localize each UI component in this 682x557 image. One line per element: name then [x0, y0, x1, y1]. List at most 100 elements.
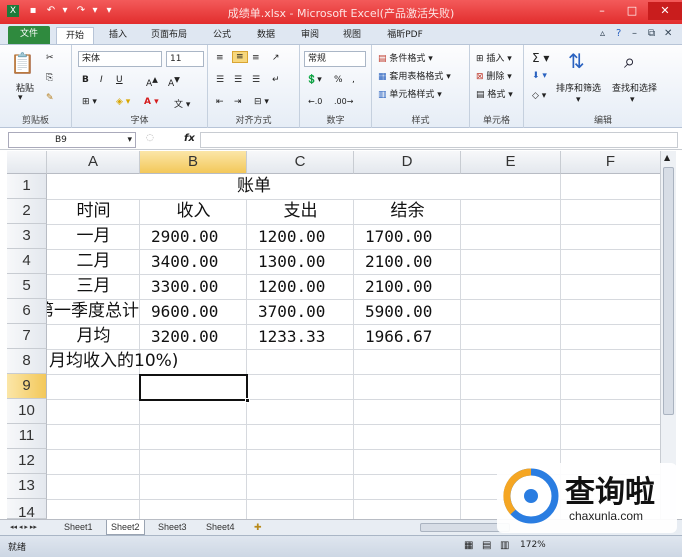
row-header-1[interactable]: 1 — [7, 174, 47, 199]
row-header-10[interactable]: 10 — [7, 399, 47, 424]
row-header-11[interactable]: 11 — [7, 424, 47, 449]
selected-cell-b9[interactable] — [139, 374, 250, 403]
sort-filter-button[interactable]: 排序和筛选 — [556, 81, 601, 94]
cell-b5[interactable]: 3300.00 — [140, 274, 247, 299]
find-select-button[interactable]: 查找和选择 — [612, 81, 657, 94]
tab-file[interactable]: 文件 — [8, 26, 50, 44]
scroll-up-icon[interactable]: ▲ — [664, 153, 670, 162]
select-all-corner[interactable] — [7, 151, 47, 174]
cell-b4[interactable]: 3400.00 — [140, 249, 247, 274]
underline-icon[interactable]: U — [116, 75, 123, 85]
sheet-tab-4[interactable]: Sheet4 — [202, 520, 239, 535]
tab-page-layout[interactable]: 页面布局 — [142, 27, 196, 44]
ribbon-minimize-icon[interactable]: ▵ — [600, 28, 605, 39]
sheet-tab-1[interactable]: Sheet1 — [60, 520, 97, 535]
paste-dropdown-icon[interactable]: ▾ — [18, 93, 23, 103]
decrease-decimal-icon[interactable]: .00→ — [334, 97, 353, 106]
row-header-8[interactable]: 8 — [7, 349, 47, 374]
maximize-icon[interactable]: □ — [618, 2, 646, 20]
cell-d5[interactable]: 2100.00 — [354, 274, 461, 299]
cell-b7[interactable]: 3200.00 — [140, 324, 247, 349]
cell-styles-button[interactable]: ▥ 单元格样式 ▾ — [378, 87, 442, 100]
cut-icon[interactable]: ✂ — [46, 53, 54, 63]
cell-a8[interactable]: 月均收入的10%) — [47, 349, 247, 374]
delete-cells-button[interactable]: ⊠ 删除 ▾ — [476, 69, 512, 82]
cell-a4[interactable]: 二月 — [47, 249, 140, 274]
cell-c2[interactable]: 支出 — [247, 199, 354, 224]
merge-center-icon[interactable]: ⊟ ▾ — [254, 97, 269, 107]
row-header-14[interactable]: 14 — [7, 499, 47, 519]
cell-c4[interactable]: 1300.00 — [247, 249, 354, 274]
tab-insert[interactable]: 插入 — [100, 27, 136, 44]
font-name-select[interactable]: 宋体 — [78, 51, 162, 67]
row-header-7[interactable]: 7 — [7, 324, 47, 349]
new-sheet-icon[interactable]: ✚ — [250, 520, 266, 535]
insert-cells-button[interactable]: ⊞ 插入 ▾ — [476, 51, 512, 64]
normal-view-icon[interactable]: ▦ — [464, 540, 473, 551]
vertical-scroll-thumb[interactable] — [663, 167, 674, 415]
format-cells-button[interactable]: ▤ 格式 ▾ — [476, 87, 513, 100]
format-painter-icon[interactable]: ✎ — [46, 93, 54, 103]
format-as-table-button[interactable]: ▦ 套用表格格式 ▾ — [378, 69, 451, 82]
insert-function-icon[interactable]: fx — [184, 133, 195, 144]
page-break-view-icon[interactable]: ▥ — [500, 540, 509, 551]
close-icon[interactable]: ✕ — [648, 2, 682, 20]
cell-d7[interactable]: 1966.67 — [354, 324, 461, 349]
autosum-icon[interactable]: Σ ▾ — [532, 51, 549, 65]
column-header-a[interactable]: A — [47, 151, 140, 174]
conditional-format-button[interactable]: ▤ 条件格式 ▾ — [378, 51, 433, 64]
increase-decimal-icon[interactable]: ←.0 — [308, 97, 322, 106]
align-right-icon[interactable]: ☰ — [252, 75, 260, 85]
phonetic-icon[interactable]: 文 ▾ — [174, 97, 190, 110]
column-header-c[interactable]: C — [247, 151, 354, 174]
doc-minimize-icon[interactable]: – — [632, 28, 637, 39]
orientation-icon[interactable]: ↗ — [272, 53, 280, 63]
doc-restore-icon[interactable]: ⧉ — [648, 28, 655, 39]
tab-formulas[interactable]: 公式 — [204, 27, 240, 44]
formula-input[interactable] — [200, 132, 678, 148]
align-middle-icon[interactable]: ≡ — [232, 51, 248, 63]
decrease-indent-icon[interactable]: ⇤ — [216, 97, 224, 107]
cell-a3[interactable]: 一月 — [47, 224, 140, 249]
cell-d2[interactable]: 结余 — [354, 199, 461, 224]
italic-icon[interactable]: I — [100, 75, 103, 85]
page-layout-view-icon[interactable]: ▤ — [482, 540, 491, 551]
sheet-tab-3[interactable]: Sheet3 — [154, 520, 191, 535]
align-center-icon[interactable]: ☰ — [234, 75, 242, 85]
bold-icon[interactable]: B — [82, 75, 89, 85]
tab-data[interactable]: 数据 — [248, 27, 284, 44]
minimize-icon[interactable]: – — [588, 2, 616, 20]
sort-filter-icon[interactable]: ⇅ — [568, 49, 585, 73]
column-header-f[interactable]: F — [561, 151, 661, 174]
sort-filter-dropdown-icon[interactable]: ▾ — [576, 95, 581, 105]
wrap-text-icon[interactable]: ↵ — [272, 75, 280, 85]
increase-indent-icon[interactable]: ⇥ — [234, 97, 242, 107]
tab-home[interactable]: 开始 — [56, 27, 94, 44]
column-header-e[interactable]: E — [461, 151, 561, 174]
row-header-4[interactable]: 4 — [7, 249, 47, 274]
paste-icon[interactable]: 📋 — [10, 51, 35, 75]
comma-icon[interactable]: , — [352, 75, 355, 85]
doc-close-icon[interactable]: ✕ — [664, 28, 672, 39]
cell-d3[interactable]: 1700.00 — [354, 224, 461, 249]
row-header-13[interactable]: 13 — [7, 474, 47, 499]
fill-color-icon[interactable]: ◈ ▾ — [116, 97, 130, 107]
row-header-9[interactable]: 9 — [7, 374, 47, 399]
column-header-b[interactable]: B — [140, 151, 247, 174]
cell-d4[interactable]: 2100.00 — [354, 249, 461, 274]
font-grow-icon[interactable]: A▲ — [146, 75, 158, 89]
tab-review[interactable]: 审阅 — [292, 27, 328, 44]
name-box[interactable]: B9 ▾ — [8, 132, 136, 148]
cell-d6[interactable]: 5900.00 — [354, 299, 461, 324]
sheet-title-cell[interactable]: 账单 — [47, 174, 461, 199]
fill-handle[interactable] — [245, 398, 250, 403]
help-icon[interactable]: ? — [616, 28, 621, 39]
cell-c5[interactable]: 1200.00 — [247, 274, 354, 299]
row-header-3[interactable]: 3 — [7, 224, 47, 249]
copy-icon[interactable]: ⎘ — [46, 73, 53, 83]
cell-c7[interactable]: 1233.33 — [247, 324, 354, 349]
cell-a6[interactable]: 第一季度总计 — [47, 299, 140, 324]
find-select-icon[interactable]: ⌕ — [624, 49, 635, 73]
column-header-d[interactable]: D — [354, 151, 461, 174]
row-header-2[interactable]: 2 — [7, 199, 47, 224]
